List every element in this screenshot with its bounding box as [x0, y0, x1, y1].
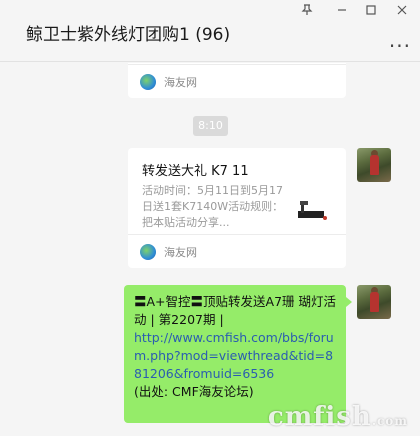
close-icon[interactable]: [394, 4, 410, 19]
card-source-name: 海友网: [164, 245, 197, 259]
chat-title: 鲸卫士紫外线灯团购1 (96): [26, 25, 231, 45]
link-card[interactable]: 转发送大礼 K7 11 活动时间：5月11日到5月17日送1套K7140W活动规…: [128, 148, 346, 268]
chat-header: 鲸卫士紫外线灯团购1 (96) ...: [0, 0, 420, 62]
avatar[interactable]: [357, 285, 391, 319]
maximize-icon[interactable]: [363, 4, 379, 19]
haiyou-logo-icon: [140, 243, 156, 260]
message-text: 〓A+智控〓顶贴转发送A7珊 瑚灯活动 | 第2207期 |: [134, 294, 337, 327]
message-link[interactable]: http://www.cmfish.com/bbs/forum.php?mod=…: [134, 329, 336, 383]
watermark-text: cmfish: [267, 402, 372, 432]
pin-icon[interactable]: [299, 4, 315, 19]
minimize-icon[interactable]: [334, 4, 350, 19]
chat-area[interactable]: 海友网 8:10 转发送大礼 K7 11 活动时间：5月11日到5月17日送1套…: [0, 63, 420, 436]
watermark: cmfish.com: [268, 402, 408, 432]
more-options-button[interactable]: ...: [389, 28, 411, 52]
watermark-suffix: .com: [371, 414, 408, 428]
link-card-title: 转发送大礼 K7 11: [142, 164, 249, 179]
card-source: 海友网: [128, 234, 346, 268]
time-divider: 8:10: [193, 116, 228, 136]
card-source: 海友网: [128, 64, 346, 98]
avatar[interactable]: [357, 148, 391, 182]
card-source-name: 海友网: [164, 75, 197, 89]
link-card-thumbnail: [296, 191, 332, 227]
haiyou-logo-icon: [140, 73, 156, 90]
message-source-note: (出处: CMF海友论坛): [134, 384, 254, 399]
link-card-description: 活动时间：5月11日到5月17日送1套K7140W活动规则：把本贴活动分享...: [142, 184, 284, 229]
link-card-partial[interactable]: 海友网: [128, 63, 346, 98]
